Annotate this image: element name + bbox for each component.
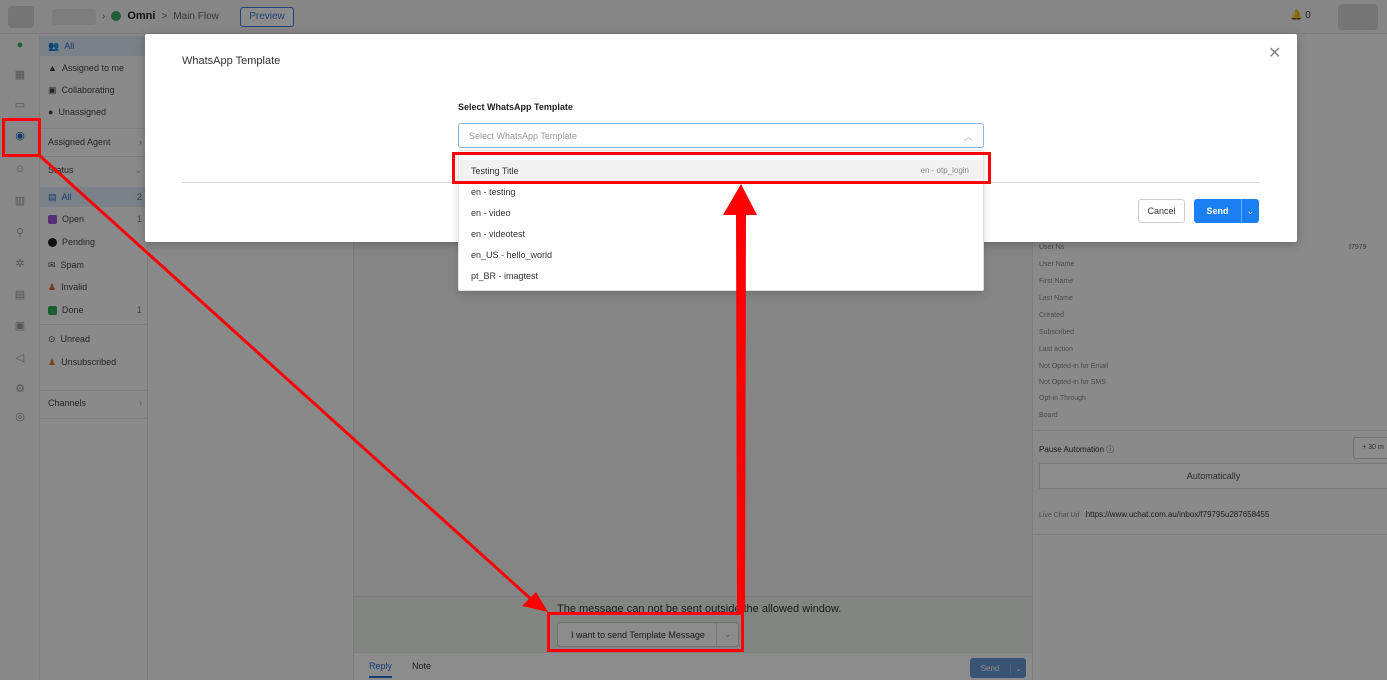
close-icon[interactable]: ✕ [1268,43,1281,63]
chevron-down-icon[interactable]: ⌄ [1241,199,1259,223]
option-label: en_US - hello_world [471,249,553,260]
template-select-placeholder: Select WhatsApp Template [469,130,577,141]
annotation-box-option [452,152,991,184]
template-select[interactable]: Select WhatsApp Template ︿ [458,123,984,148]
annotation-box-headset [2,118,41,157]
option-label: en - video [471,207,511,218]
option-label: pt_BR - imagtest [471,270,539,281]
send-label: Send [1206,206,1229,216]
send-button[interactable]: Send ⌄ [1194,199,1259,223]
template-field-label: Select WhatsApp Template [458,102,573,112]
option-label: en - videotest [471,228,526,239]
annotation-box-template-button [547,612,744,652]
template-option[interactable]: en_US - hello_world [459,244,983,265]
template-option[interactable]: en - video [459,202,983,223]
chevron-up-icon: ︿ [963,132,973,142]
template-option[interactable]: en - testing [459,181,983,202]
cancel-button[interactable]: Cancel [1138,199,1185,223]
modal-title: WhatsApp Template [182,55,281,67]
option-label: en - testing [471,186,516,197]
template-option[interactable]: pt_BR - imagtest [459,265,983,286]
template-option[interactable]: en - videotest [459,223,983,244]
